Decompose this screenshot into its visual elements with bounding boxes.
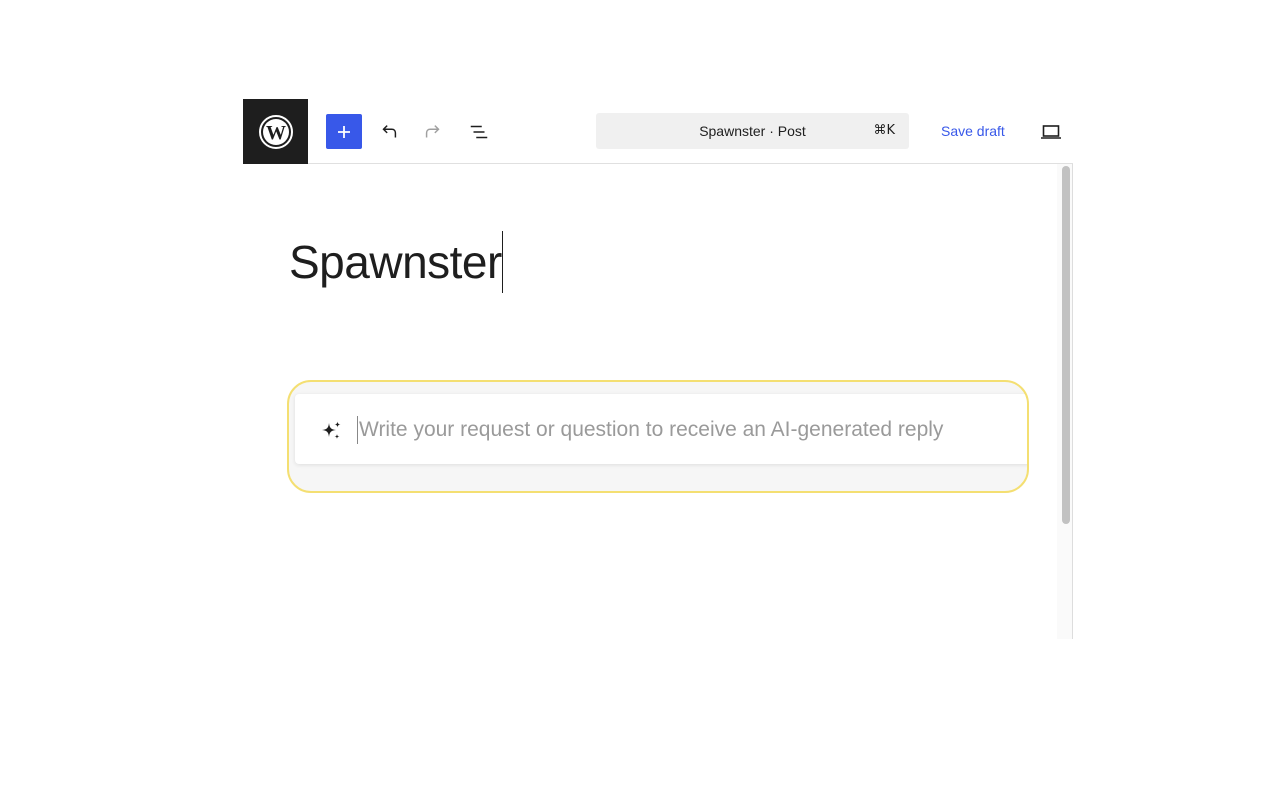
wordpress-logo-button[interactable]: W [243, 99, 308, 164]
input-caret [357, 416, 358, 444]
undo-icon [382, 124, 397, 137]
preview-button[interactable] [1033, 114, 1069, 149]
command-palette-bar[interactable]: Spawnster · Post ⌘K [596, 113, 909, 149]
undo-button[interactable] [371, 114, 407, 149]
canvas-divider [1072, 164, 1073, 639]
wordpress-logo-icon: W [258, 114, 293, 149]
plus-icon [338, 125, 350, 138]
ai-prompt-placeholder: Write your request or question to receiv… [359, 418, 944, 441]
document-title: Spawnster · Post [699, 123, 806, 139]
editor-canvas: Spawnster Write your request or question… [243, 164, 1073, 639]
add-block-button[interactable] [326, 114, 362, 149]
scrollbar-thumb[interactable] [1062, 166, 1070, 524]
svg-text:W: W [266, 122, 286, 144]
post-title-field[interactable]: Spawnster [289, 230, 503, 297]
laptop-icon [1041, 124, 1061, 139]
block-editor: W Spawnster · Post ⌘K Save draft Spawnst… [243, 99, 1073, 639]
keyboard-shortcut: ⌘K [873, 123, 895, 138]
ai-assistant-block: Write your request or question to receiv… [287, 380, 1029, 493]
editor-toolbar: W Spawnster · Post ⌘K Save draft [243, 99, 1073, 164]
save-draft-button[interactable]: Save draft [933, 113, 1013, 149]
redo-icon [425, 124, 440, 137]
list-view-button[interactable] [461, 114, 497, 149]
ai-prompt-input[interactable]: Write your request or question to receiv… [295, 394, 1027, 464]
post-title-text: Spawnster [289, 236, 502, 288]
redo-button[interactable] [415, 114, 451, 149]
list-view-icon [470, 125, 488, 138]
text-caret [501, 230, 503, 293]
sparkle-icon [322, 421, 341, 439]
